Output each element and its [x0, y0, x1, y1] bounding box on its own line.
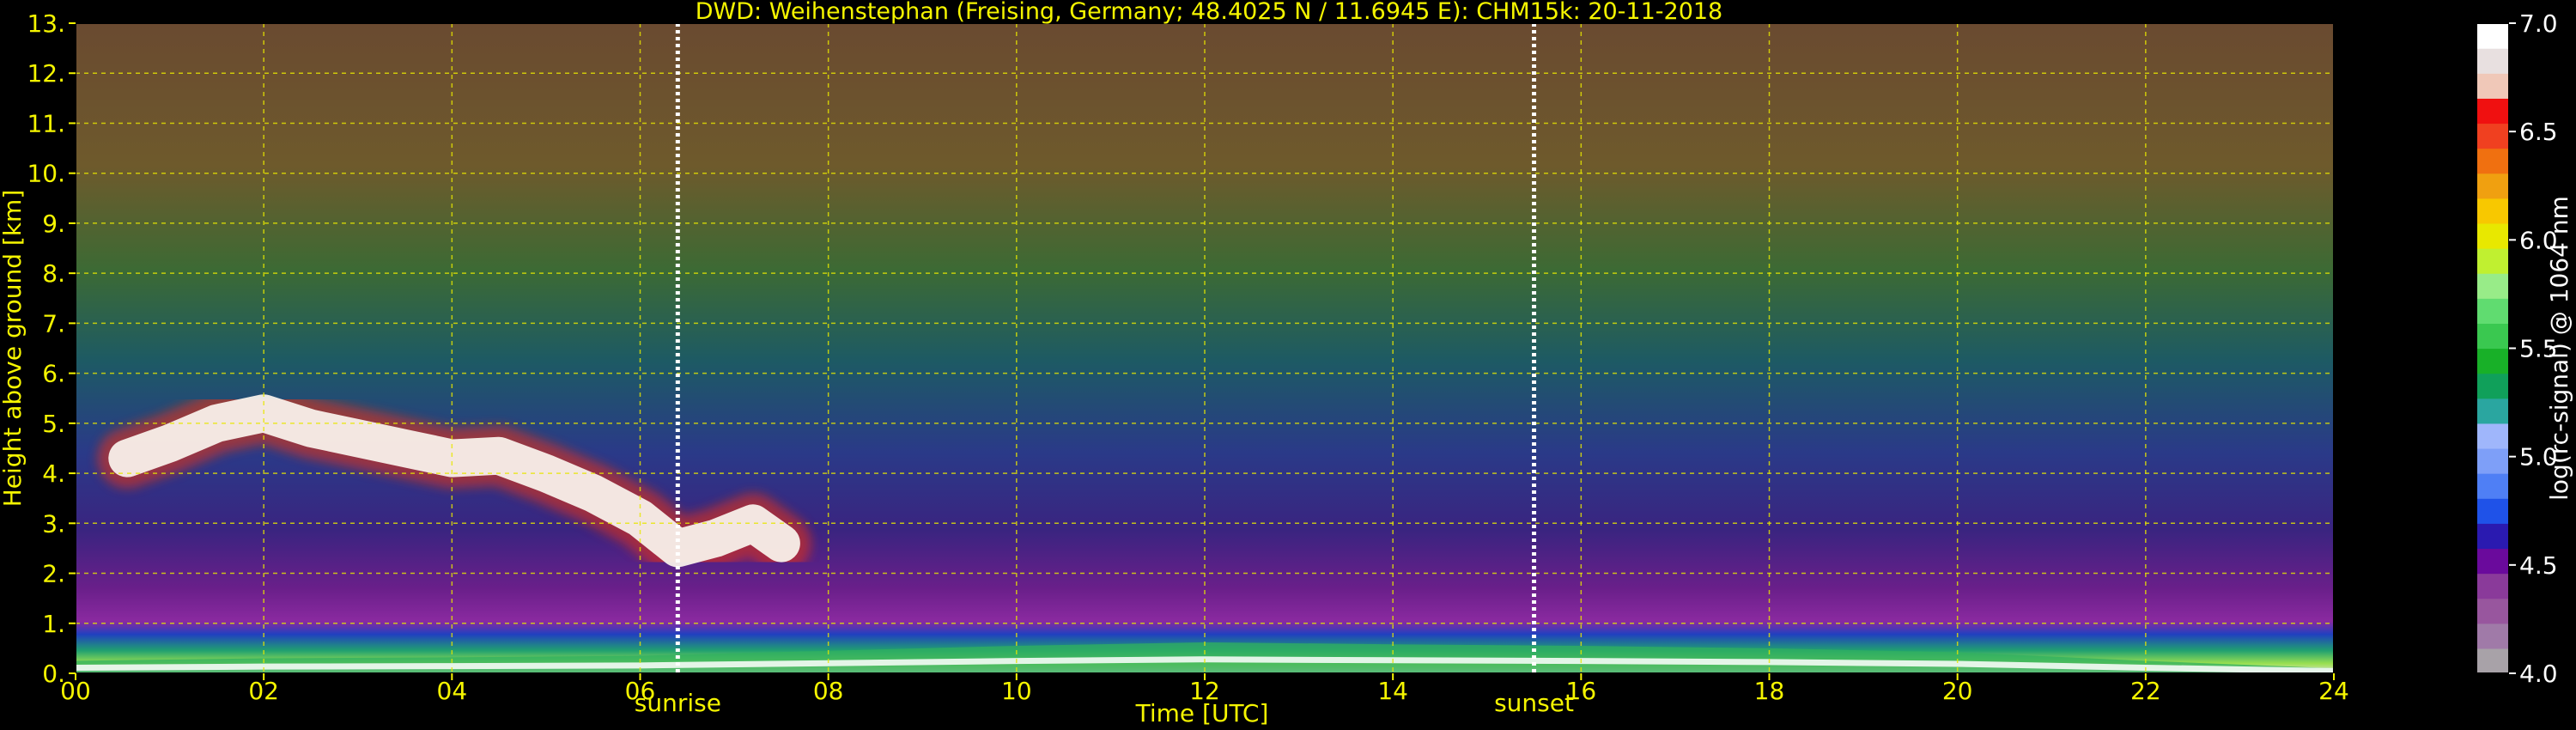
colorbar-segment [2476, 348, 2509, 374]
event-label: sunrise [635, 689, 721, 717]
y-tick-label: 9. [42, 210, 65, 238]
colorbar-segment [2476, 222, 2509, 249]
event-label: sunset [1494, 689, 1574, 717]
colorbar-segment [2476, 598, 2509, 624]
colorbar-tick-label: 6.5 [2519, 118, 2558, 146]
colorbar-segment [2476, 548, 2509, 575]
colorbar-segment [2476, 498, 2509, 524]
colorbar-segment [2476, 273, 2509, 299]
y-tick-label: 13. [27, 9, 65, 38]
x-tick-label: 20 [1942, 677, 1973, 705]
y-tick-label: 10. [27, 160, 65, 188]
y-tick-label: 6. [42, 360, 65, 388]
x-tick-label: 08 [813, 677, 844, 705]
colorbar-segment [2476, 573, 2509, 599]
x-tick-label: 22 [2130, 677, 2161, 705]
colorbar-segment [2476, 423, 2509, 449]
y-tick-label: 4. [42, 459, 65, 488]
colorbar-segment [2476, 298, 2509, 324]
colorbar-label: log(rc-signal) @ 1064 nm [2545, 196, 2573, 501]
colorbar-segment [2476, 98, 2509, 125]
x-tick-label: 10 [1001, 677, 1032, 705]
colorbar-segment [2476, 248, 2509, 274]
colorbar-segment [2476, 398, 2509, 424]
x-tick-label: 14 [1377, 677, 1408, 705]
colorbar-segment [2476, 123, 2509, 149]
y-tick-label: 3. [42, 509, 65, 538]
x-tick-label: 04 [437, 677, 468, 705]
colorbar-segment [2476, 48, 2509, 74]
colorbar-segment [2476, 148, 2509, 174]
x-tick-label: 24 [2318, 677, 2349, 705]
y-tick-label: 0. [42, 660, 65, 688]
y-axis-label: Height above ground [km] [0, 190, 27, 508]
y-tick-label: 2. [42, 560, 65, 588]
colorbar-segment [2476, 373, 2509, 399]
colorbar-tick-label: 4.0 [2519, 660, 2558, 688]
colorbar-segment [2476, 198, 2509, 224]
colorbar-segment [2476, 648, 2509, 674]
y-axis: 0. 1. 2. 3. 4. 5. 6. 7. 8. 9. 10. 11. 12. 13. [27, 9, 76, 688]
y-tick-label: 12. [27, 59, 65, 88]
x-tick-label: 18 [1754, 677, 1785, 705]
y-tick-label: 5. [42, 410, 65, 438]
colorbar-tick-label: 4.5 [2519, 551, 2558, 580]
chart-title: DWD: Weihenstephan (Freising, Germany; 4… [696, 0, 1723, 25]
colorbar-tick-label: 7.0 [2519, 9, 2558, 38]
plot-area [75, 22, 2335, 674]
colorbar-segment [2476, 23, 2509, 49]
y-tick-label: 8. [42, 259, 65, 288]
x-axis-label: Time [UTC] [1135, 699, 1269, 727]
y-tick-label: 7. [42, 309, 65, 338]
colorbar-segment [2476, 523, 2509, 550]
colorbar-segment [2476, 323, 2509, 350]
x-tick-label: 02 [248, 677, 279, 705]
colorbar-segment [2476, 73, 2509, 99]
y-tick-label: 11. [27, 109, 65, 137]
colorbar-segment [2476, 173, 2509, 199]
ceilometer-chart: 00 02 04 06 08 10 12 14 16 18 20 22 24 0.1.2.3.4.5.6… [0, 0, 2573, 727]
colorbar-segment [2476, 623, 2509, 649]
colorbar-segment [2476, 447, 2509, 474]
colorbar-segment [2476, 473, 2509, 499]
y-tick-label: 1. [42, 610, 65, 638]
